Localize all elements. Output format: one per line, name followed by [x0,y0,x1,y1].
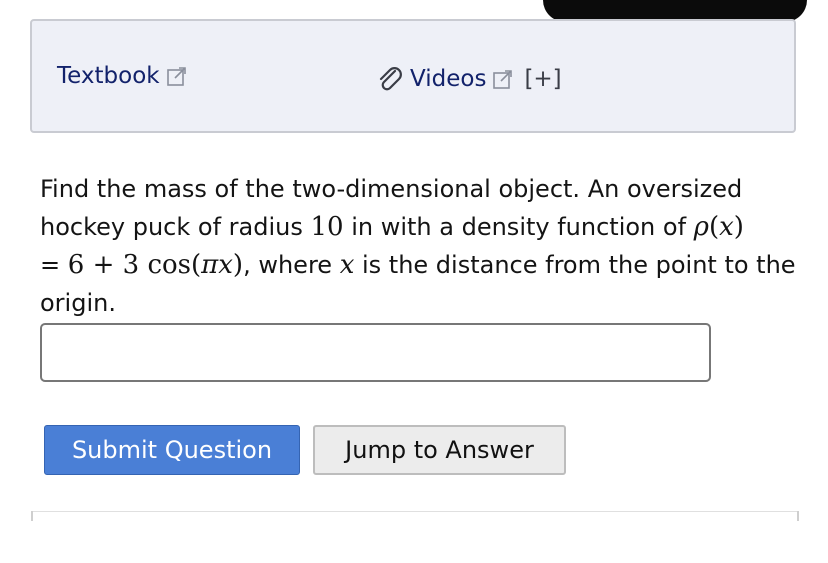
external-link-icon [166,67,186,86]
density-function-rhs: 6 + 3 cos(πx) [67,250,244,280]
question-mid: in with a density function of [343,213,694,241]
density-function-lhs: ρ(x) [693,212,744,242]
radius-value: 10 [310,212,344,242]
videos-label: Videos [410,66,487,92]
textbook-label: Textbook [57,63,160,89]
question-tail-1: , where [243,251,340,279]
submit-question-button[interactable]: Submit Question [44,425,300,475]
jump-to-answer-button[interactable]: Jump to Answer [313,425,566,475]
divider [31,511,799,521]
textbook-link[interactable]: Textbook [57,63,188,89]
variable-x: x [339,250,355,280]
expand-resources-toggle[interactable]: [+] [524,66,561,92]
videos-link[interactable]: Videos [+] [374,63,562,95]
answer-input[interactable] [40,323,711,382]
question-text: Find the mass of the two-dimensional obj… [40,170,810,322]
question-resources-panel: Textbook Videos [+] [30,19,796,133]
homework-page: Textbook Videos [+] Find the mass of the… [0,0,828,563]
equals-sign: = [40,251,61,279]
external-link-icon [493,70,513,89]
paperclip-icon [379,67,402,91]
